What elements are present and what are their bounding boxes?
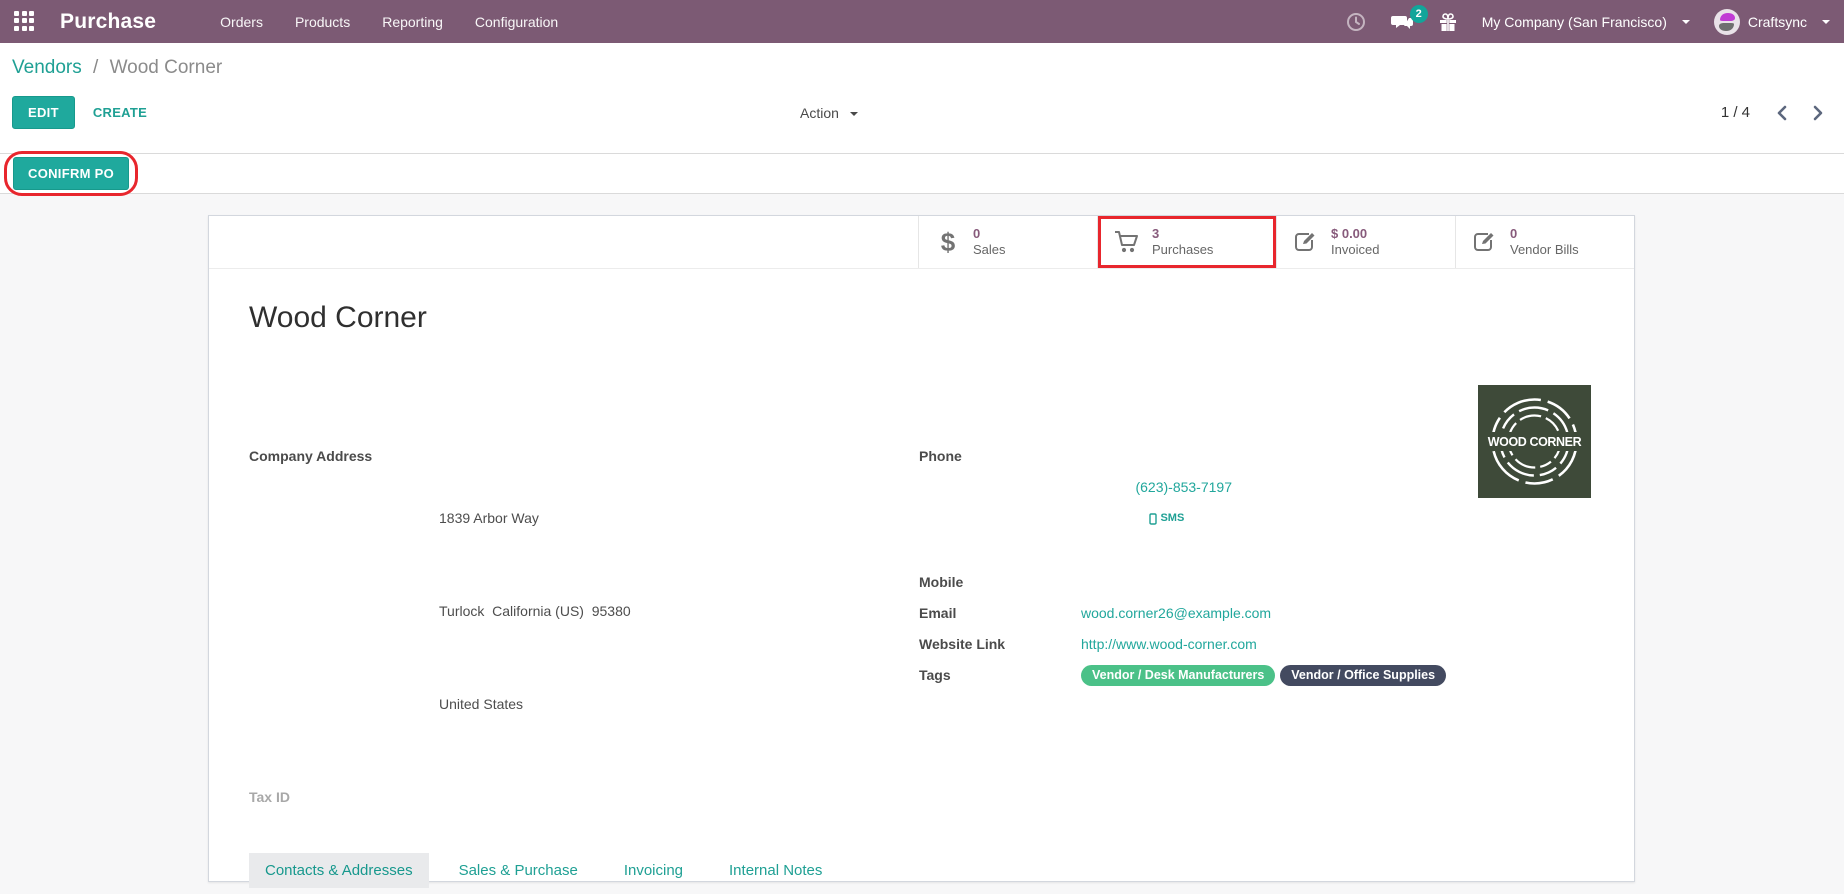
action-label: Action — [800, 105, 839, 121]
edit-button[interactable]: EDIT — [12, 96, 75, 129]
company-address-label: Company Address — [249, 441, 439, 782]
vendor-bills-label: Vendor Bills — [1510, 242, 1579, 258]
stat-button-row: $ 0 Sales 3 Purchases — [209, 216, 1634, 269]
vendor-sheet: $ 0 Sales 3 Purchases — [208, 215, 1635, 882]
top-navbar: Purchase Orders Products Reporting Confi… — [0, 0, 1844, 43]
confirm-po-button[interactable]: CONIFRM PO — [13, 157, 129, 190]
menu-orders[interactable]: Orders — [220, 14, 263, 30]
tag-desk-manufacturers[interactable]: Vendor / Desk Manufacturers — [1081, 665, 1275, 686]
control-panel: Vendors / Wood Corner EDIT CREATE Action… — [0, 43, 1844, 153]
stat-button-invoiced[interactable]: $ 0.00 Invoiced — [1276, 216, 1455, 268]
user-menu[interactable]: Craftsync — [1714, 9, 1830, 35]
pager-next-icon[interactable] — [1813, 105, 1824, 121]
form-view: $ 0 Sales 3 Purchases — [0, 194, 1844, 854]
tags-label: Tags — [919, 660, 1081, 691]
apps-grid-icon[interactable] — [14, 11, 36, 33]
confirm-po-annotation: CONIFRM PO — [4, 151, 138, 196]
pager-counter: 1 / 4 — [1721, 104, 1750, 121]
phone-link[interactable]: (623)-853-7197 — [1135, 479, 1232, 495]
chevron-down-icon — [1682, 20, 1690, 24]
company-switcher[interactable]: My Company (San Francisco) — [1482, 14, 1690, 30]
tag-office-supplies[interactable]: Vendor / Office Supplies — [1280, 665, 1446, 686]
pager: 1 / 4 — [1721, 104, 1824, 121]
breadcrumb-vendors[interactable]: Vendors — [12, 57, 82, 78]
tax-id-label: Tax ID — [249, 782, 439, 813]
cart-icon — [1114, 230, 1140, 254]
sms-button[interactable]: SMS — [1149, 503, 1184, 534]
tab-contacts-addresses[interactable]: Contacts & Addresses — [249, 853, 429, 888]
vendor-logo: WOOD CORNER — [1478, 385, 1591, 498]
dollar-icon: $ — [935, 227, 961, 258]
mobile-phone-icon — [1149, 513, 1157, 525]
breadcrumb: Vendors / Wood Corner — [12, 57, 1832, 79]
company-name: My Company (San Francisco) — [1482, 14, 1667, 30]
chevron-down-icon — [1822, 20, 1830, 24]
user-avatar — [1714, 9, 1740, 35]
address-city-state-zip: Turlock California (US) 95380 — [439, 596, 631, 627]
messages-icon[interactable]: 2 — [1390, 12, 1414, 32]
chevron-down-icon — [850, 112, 858, 116]
app-name: Purchase — [60, 10, 156, 34]
activities-clock-icon[interactable] — [1346, 12, 1366, 32]
breadcrumb-separator: / — [93, 57, 98, 78]
website-label: Website Link — [919, 629, 1081, 660]
edit-icon — [1293, 230, 1319, 254]
purchases-count: 3 — [1152, 226, 1213, 242]
pager-previous-icon[interactable] — [1776, 105, 1787, 121]
breadcrumb-current: Wood Corner — [110, 57, 223, 78]
sms-label: SMS — [1160, 503, 1184, 534]
mobile-label: Mobile — [919, 567, 1081, 598]
website-link[interactable]: http://www.wood-corner.com — [1081, 636, 1257, 652]
invoiced-label: Invoiced — [1331, 242, 1379, 258]
sales-label: Sales — [973, 242, 1006, 258]
message-count-badge: 2 — [1410, 5, 1428, 23]
notebook-tabs: Contacts & Addresses Sales & Purchase In… — [249, 853, 1594, 888]
menu-configuration[interactable]: Configuration — [475, 14, 558, 30]
phone-label: Phone — [919, 441, 1081, 567]
address-country: United States — [439, 689, 631, 720]
stat-button-purchases[interactable]: 3 Purchases — [1097, 216, 1276, 268]
email-label: Email — [919, 598, 1081, 629]
stat-button-vendor-bills[interactable]: 0 Vendor Bills — [1455, 216, 1634, 268]
tab-invoicing[interactable]: Invoicing — [608, 853, 699, 888]
edit-icon — [1472, 230, 1498, 254]
vendor-fields: Company Address 1839 Arbor Way Turlock C… — [249, 441, 1594, 813]
menu-reporting[interactable]: Reporting — [382, 14, 443, 30]
sales-count: 0 — [973, 226, 1006, 242]
tab-internal-notes[interactable]: Internal Notes — [713, 853, 838, 888]
tab-sales-purchase[interactable]: Sales & Purchase — [443, 853, 594, 888]
purchases-label: Purchases — [1152, 242, 1213, 258]
stat-button-sales[interactable]: $ 0 Sales — [918, 216, 1097, 268]
invoiced-amount: $ 0.00 — [1331, 226, 1379, 242]
create-button[interactable]: CREATE — [93, 105, 147, 120]
user-name: Craftsync — [1748, 14, 1807, 30]
menu-products[interactable]: Products — [295, 14, 350, 30]
svg-text:WOOD CORNER: WOOD CORNER — [1488, 435, 1582, 449]
vendor-name-title: Wood Corner — [249, 301, 1594, 335]
statusbar: CONIFRM PO — [0, 153, 1844, 194]
email-link[interactable]: wood.corner26@example.com — [1081, 605, 1271, 621]
action-dropdown[interactable]: Action — [800, 105, 858, 121]
address-street: 1839 Arbor Way — [439, 503, 631, 534]
gift-icon[interactable] — [1438, 12, 1458, 32]
vendor-bills-count: 0 — [1510, 226, 1579, 242]
main-menu: Orders Products Reporting Configuration — [220, 14, 558, 30]
